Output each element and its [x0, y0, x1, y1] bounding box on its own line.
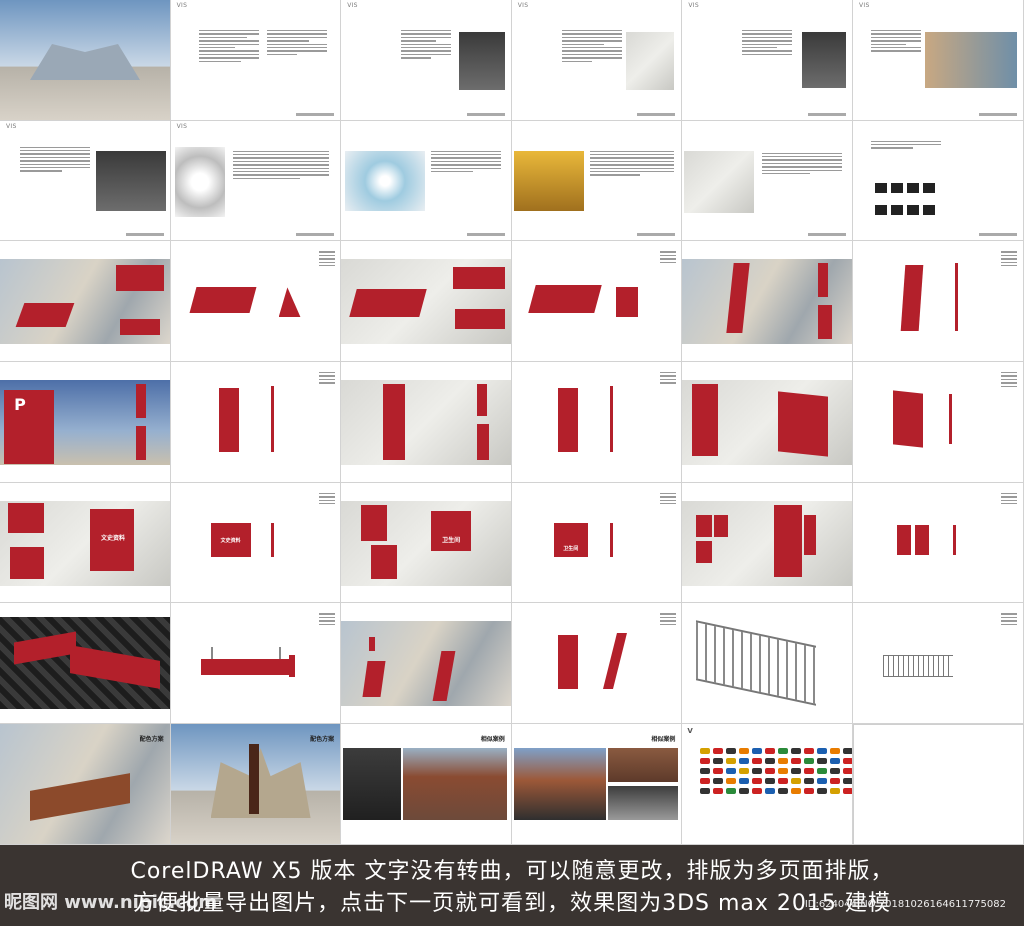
- empty-page-slot: [852, 724, 1024, 845]
- page-thumbnail[interactable]: [511, 120, 683, 242]
- page-thumbnail[interactable]: [852, 241, 1024, 363]
- case-photo-2: [403, 748, 508, 821]
- page-thumbnail[interactable]: [682, 603, 853, 725]
- render-wall-sign: [682, 380, 852, 466]
- render-road-sign: [341, 621, 511, 707]
- render-toilet-sign: 卫生间: [341, 500, 511, 586]
- render-outdoor: [0, 259, 170, 345]
- page-thumbnail[interactable]: VIS: [341, 0, 512, 121]
- page-thumbnail[interactable]: [170, 241, 342, 363]
- interior-photo: [459, 32, 506, 90]
- night-photo: [802, 32, 847, 88]
- page-thumbnail[interactable]: 相似案例: [511, 724, 683, 845]
- page-thumbnail[interactable]: 文史资料: [0, 482, 171, 604]
- page-thumbnail[interactable]: 配色方案: [170, 724, 342, 845]
- page-thumbnail[interactable]: [852, 482, 1024, 604]
- page-thumbnail[interactable]: [682, 241, 853, 363]
- page-thumbnail[interactable]: VIS: [170, 120, 342, 242]
- abstract-swirl: [174, 146, 225, 217]
- scheme-label-1: 配色方案: [139, 736, 164, 744]
- page-thumbnail[interactable]: VIS: [170, 0, 342, 121]
- page-thumbnail[interactable]: [511, 603, 683, 725]
- page-thumbnail[interactable]: VIS: [852, 0, 1024, 121]
- page-thumbnail[interactable]: [341, 362, 512, 483]
- page-header: VIS: [688, 2, 699, 9]
- page-thumbnail[interactable]: P: [0, 362, 171, 483]
- parking-label: P: [14, 395, 26, 415]
- page-thumbnail[interactable]: 文史资料: [170, 482, 342, 604]
- page-thumbnail[interactable]: [852, 362, 1024, 483]
- yellow-sign-photo: [513, 150, 584, 211]
- render-totem: [682, 259, 852, 345]
- page-thumbnail[interactable]: VIS: [682, 0, 853, 121]
- page-thumbnail[interactable]: [0, 0, 171, 121]
- page-thumbnail[interactable]: VIS: [0, 120, 171, 242]
- page-header: VIS: [176, 2, 188, 9]
- page-thumbnail[interactable]: [682, 482, 853, 604]
- collage-photo: [96, 150, 166, 211]
- image-id-label: ID:624044 NO:20181026164611775082: [804, 899, 1006, 910]
- toilet-label: 卫生间: [442, 536, 461, 544]
- page-thumbnail[interactable]: 卫生间: [511, 482, 683, 604]
- railing-drawing: [882, 655, 953, 678]
- glass-photo: [924, 32, 1017, 88]
- page-thumbnail[interactable]: [511, 362, 683, 483]
- page-header: VIS: [6, 122, 17, 130]
- kiosk-photo: [684, 150, 755, 213]
- render-wall: [341, 259, 511, 345]
- page-thumbnail[interactable]: [0, 603, 171, 725]
- scheme-label-2: 配色方案: [310, 736, 335, 744]
- page-thumbnail[interactable]: VIS: [511, 0, 683, 121]
- page-thumbnail[interactable]: V: [682, 724, 853, 845]
- case-label-2: 相似案例: [651, 736, 676, 744]
- catalog-sheet: VIS VIS VIS VIS VIS VIS VIS P 文史资料 文史资料 …: [0, 0, 1024, 845]
- brand-mark: V: [687, 727, 693, 736]
- page-header: VIS: [517, 2, 529, 9]
- page-header: VIS: [858, 2, 870, 9]
- case-photo-1: [343, 748, 402, 821]
- banner-line-1: CorelDRAW X5 版本 文字没有转曲，可以随意更改，排版为多页面排版，: [130, 859, 894, 884]
- page-thumbnail[interactable]: [682, 362, 853, 483]
- building-photo: [0, 0, 170, 120]
- page-thumbnail[interactable]: [0, 241, 171, 363]
- render-hanging-sign: [0, 617, 170, 710]
- page-thumbnail[interactable]: [341, 603, 512, 725]
- page-thumbnail[interactable]: [170, 362, 342, 483]
- signage-photo: [625, 32, 674, 90]
- render-pylon: [341, 380, 511, 466]
- railing-render: [696, 620, 817, 707]
- client-logo-wall: [700, 748, 852, 795]
- case-photo-3: [513, 748, 606, 821]
- page-thumbnail[interactable]: [511, 241, 683, 363]
- culture-label-flat: 文史资料: [220, 537, 241, 544]
- page-thumbnail[interactable]: [341, 120, 512, 242]
- page-thumbnail[interactable]: [341, 241, 512, 363]
- page-header: VIS: [176, 122, 188, 130]
- culture-label: 文史资料: [100, 534, 125, 542]
- case-photo-4: [607, 748, 678, 783]
- page-thumbnail[interactable]: 相似案例: [341, 724, 512, 845]
- page-thumbnail[interactable]: [852, 603, 1024, 725]
- page-thumbnail[interactable]: 卫生间: [341, 482, 512, 604]
- page-thumbnail[interactable]: [852, 120, 1024, 242]
- render-restroom-signs: [682, 500, 852, 586]
- page-thumbnail[interactable]: 配色方案: [0, 724, 171, 845]
- page-thumbnail[interactable]: [682, 120, 853, 242]
- pictogram-set: [874, 182, 935, 223]
- toilet-label-flat: 卫生间: [563, 545, 579, 552]
- case-photo-5: [607, 786, 678, 821]
- parking-render: P: [0, 380, 170, 466]
- site-watermark: 昵图网 www.nipic.com: [4, 892, 218, 913]
- city-concept: [345, 150, 426, 211]
- case-label-1: 相似案例: [480, 736, 505, 744]
- page-thumbnail[interactable]: [170, 603, 342, 725]
- page-header: VIS: [347, 2, 358, 9]
- page-thumbnail-grid: VIS VIS VIS VIS VIS VIS VIS P 文史资料 文史资料 …: [0, 0, 1024, 845]
- render-wall-panels: 文史资料: [0, 500, 170, 586]
